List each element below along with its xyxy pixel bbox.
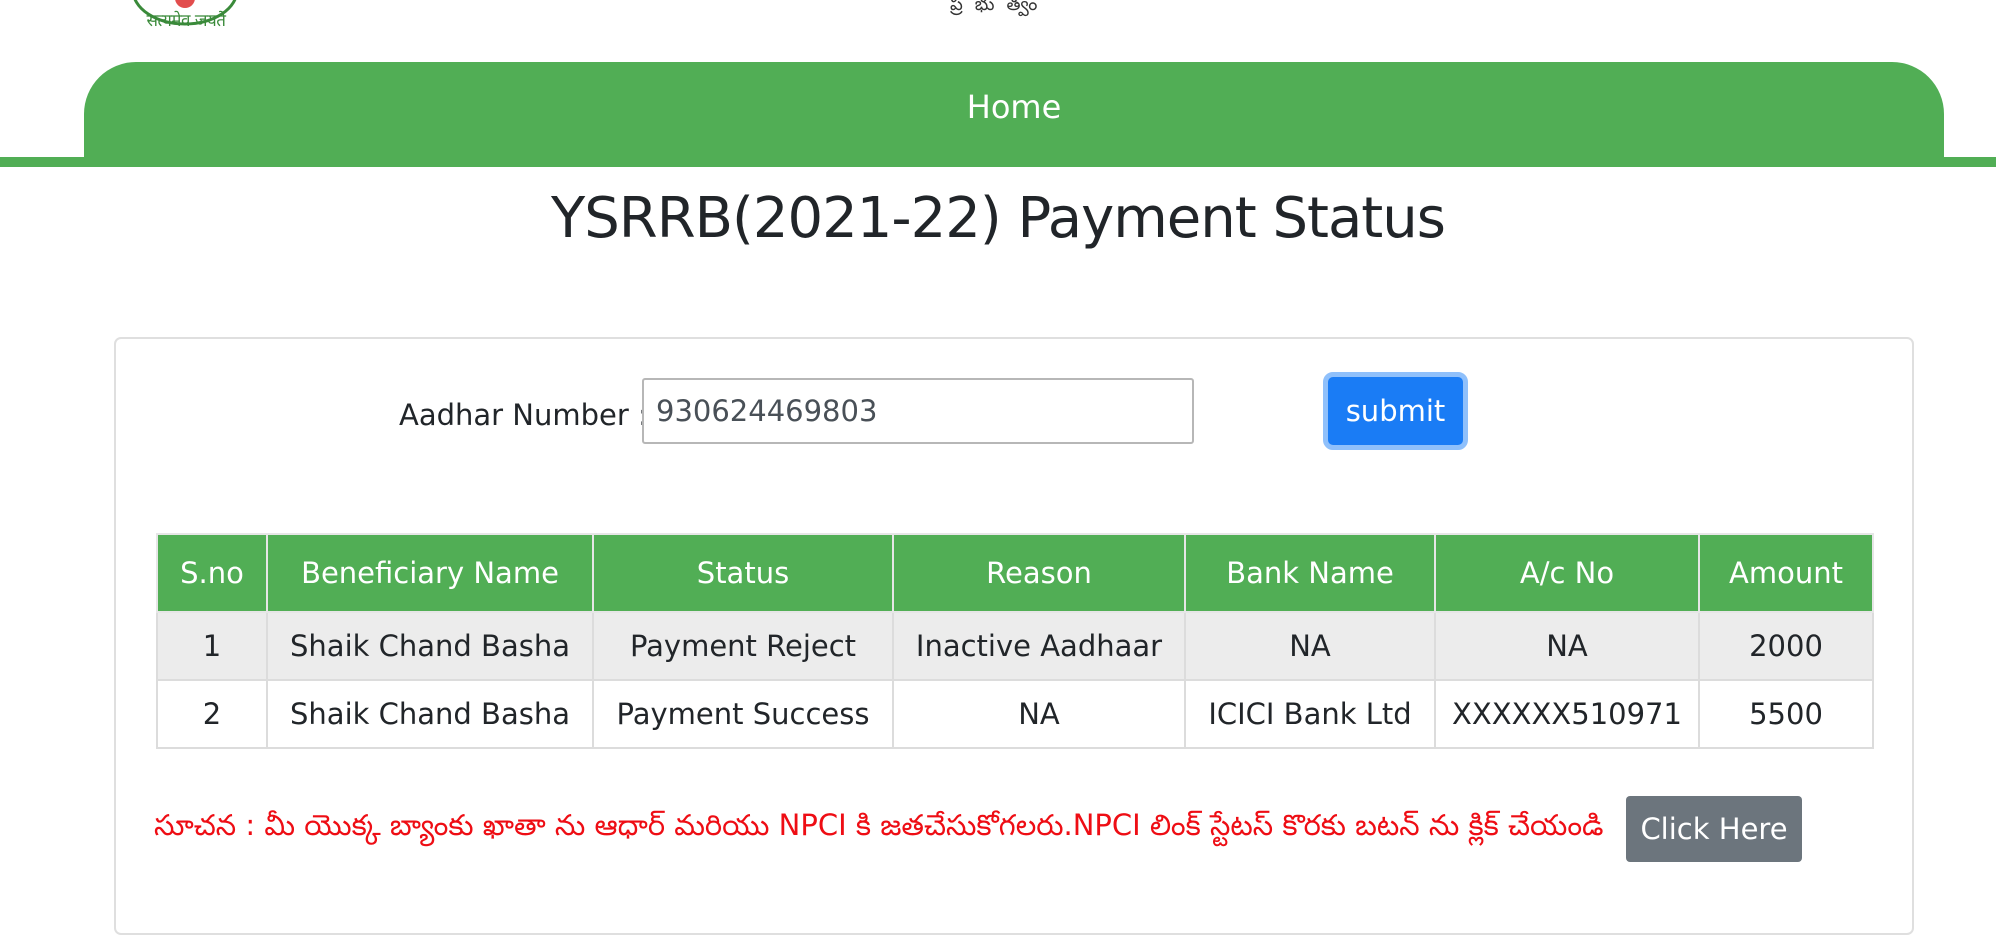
cell-bank-name: ICICI Bank Ltd — [1184, 679, 1436, 749]
nav-bar: Home — [84, 62, 1944, 167]
aadhar-label: Aadhar Number : — [399, 398, 648, 432]
page-title: YSRRB(2021-22) Payment Status — [551, 186, 1446, 251]
cell-account-no: NA — [1434, 611, 1700, 681]
cell-status: Payment Success — [592, 679, 894, 749]
header-bank-name: Bank Name — [1184, 533, 1436, 613]
header-beneficiary-name: Beneficiary Name — [266, 533, 594, 613]
cell-sno: 1 — [156, 611, 268, 681]
nav-home-link[interactable]: Home — [84, 88, 1944, 126]
cell-beneficiary-name: Shaik Chand Basha — [266, 611, 594, 681]
aadhar-input[interactable] — [642, 378, 1194, 444]
cell-beneficiary-name: Shaik Chand Basha — [266, 679, 594, 749]
table-header-row: S.no Beneficiary Name Status Reason Bank… — [156, 533, 1874, 613]
cell-sno: 2 — [156, 679, 268, 749]
header-sno: S.no — [156, 533, 268, 613]
emblem-motto: सत्यमेव जयते — [146, 11, 226, 31]
npci-notice-text: సూచన : మీ యొక్క బ్యాంకు ఖాతా ను ఆధార్ మర… — [154, 808, 1604, 842]
cell-reason: NA — [892, 679, 1186, 749]
cell-bank-name: NA — [1184, 611, 1436, 681]
cell-amount: 2000 — [1698, 611, 1874, 681]
cell-amount: 5500 — [1698, 679, 1874, 749]
header-account-no: A/c No — [1434, 533, 1700, 613]
cell-status: Payment Reject — [592, 611, 894, 681]
npci-click-here-button[interactable]: Click Here — [1626, 796, 1802, 862]
header-amount: Amount — [1698, 533, 1874, 613]
table-row: 2 Shaik Chand Basha Payment Success NA I… — [156, 679, 1874, 749]
page: सत्यमेव जयते ప్రభుత్వం Home YSRRB(2021-2… — [0, 0, 1996, 952]
cell-account-no: XXXXXX510971 — [1434, 679, 1700, 749]
header-reason: Reason — [892, 533, 1186, 613]
cell-reason: Inactive Aadhaar — [892, 611, 1186, 681]
submit-button[interactable]: submit — [1323, 372, 1468, 450]
header-status: Status — [592, 533, 894, 613]
payment-status-table: S.no Beneficiary Name Status Reason Bank… — [156, 533, 1874, 749]
table-row: 1 Shaik Chand Basha Payment Reject Inact… — [156, 611, 1874, 681]
header-cut-text: ప్రభుత్వం — [950, 0, 1050, 15]
